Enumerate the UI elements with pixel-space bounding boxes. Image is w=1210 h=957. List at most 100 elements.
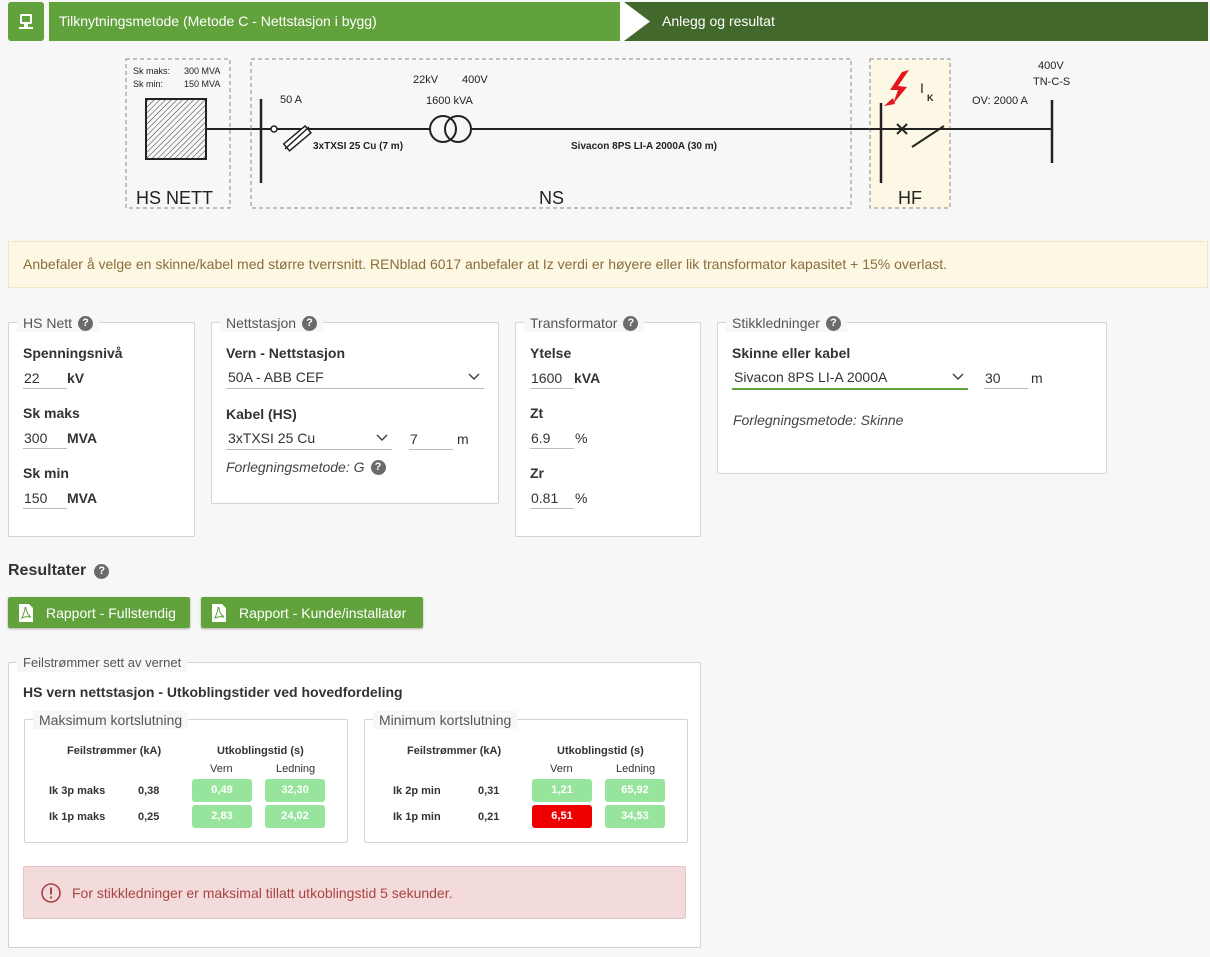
skmaks-unit: MVA [67,430,98,446]
fuse-rating: 50 A [280,94,303,106]
hs-skmaks-label: Sk maks: [133,66,170,76]
forlegning-g: Forlegningsmetode: G ? [226,459,386,475]
max-kortslutning-panel: Maksimum kortslutning Feilstrømmer (kA) … [24,711,348,843]
row-label: Ik 1p min [393,811,441,823]
ledning-time-cell: 34,53 [605,805,665,828]
kabel-length-input[interactable]: 7 [409,429,453,450]
min-kortslutning-panel: Minimum kortslutning Feilstrømmer (kA) U… [364,711,688,843]
row-label: Ik 2p min [393,785,441,797]
row-label: Ik 1p maks [49,811,106,823]
vern-label: Vern - Nettstasjon [226,345,346,361]
ledning-time-cell: 65,92 [605,779,665,802]
vern-time-cell: 1,21 [532,779,592,802]
home-button[interactable] [8,2,44,41]
skmin-label: Sk min [23,465,69,481]
zt-label: Zt [530,405,544,421]
skinne-select[interactable]: Sivacon 8PS LI-A 2000A [732,366,968,390]
forlegning-skinne: Forlegningsmetode: Skinne [733,412,904,428]
nettstasjon-panel: Nettstasjon ? Vern - Nettstasjon 50A - A… [211,314,499,504]
spenning-input[interactable]: 22 [23,368,67,389]
max-legend-text: Maksimum kortslutning [39,712,183,728]
transformer-rating: 1600 kVA [426,95,474,107]
spenning-label: Spenningsnivå [23,345,123,361]
vern-value: 50A - ABB CEF [228,369,324,385]
question-circle-icon[interactable]: ? [94,563,110,579]
pdf-icon [212,603,226,622]
wizard-step-anlegg[interactable]: Anlegg og resultat [624,2,1208,41]
cable-hs-label: 3xTXSI 25 Cu (7 m) [313,141,403,152]
skinne-label: Skinne eller kabel [732,345,851,361]
right-voltage: 400V [1038,60,1064,72]
hf-label: HF [898,188,922,208]
vern-time-cell: 2,83 [192,805,252,828]
kabel-length-unit: m [457,431,469,447]
hs-skmaks-value: 300 MVA [184,66,220,76]
stikkledninger-title: Stikkledninger [732,315,820,331]
fault-legend: Feilstrømmer sett av vernet [17,654,188,672]
transformer-symbol [429,115,472,143]
skinne-length-input[interactable]: 30 [984,368,1028,389]
question-circle-icon[interactable]: ? [825,315,841,331]
results-title: Resultater [8,562,87,579]
stikkledninger-panel: Stikkledninger ? Skinne eller kabel Siva… [717,314,1107,474]
ledning-time-cell: 32,30 [265,779,325,802]
chevron-down-icon [468,373,480,381]
results-heading: Resultater ? [8,562,110,580]
ik-letter: I [920,80,924,96]
col-utkobling: Utkoblingstid (s) [217,745,304,757]
report-kunde-button[interactable]: Rapport - Kunde/installatør [201,597,423,628]
voltage-secondary: 400V [462,74,488,86]
zt-input[interactable]: 6.9 [530,428,574,449]
forlegning-g-text: Forlegningsmetode: G [226,459,365,475]
question-circle-icon[interactable]: ? [302,315,318,331]
kabel-select[interactable]: 3xTXSI 25 Cu [226,427,392,450]
chevron-down-icon [376,434,388,442]
ytelse-input[interactable]: 1600 [530,368,574,389]
col-ledning: Ledning [616,763,656,775]
right-system: TN-C-S [1033,76,1070,88]
error-alert: For stikkledninger er maksimal tillatt u… [23,866,686,919]
warning-banner: Anbefaler å velge en skinne/kabel med st… [8,241,1208,288]
chevron-down-icon [952,373,964,381]
grid-source-symbol [145,98,207,160]
vern-select[interactable]: 50A - ABB CEF [226,366,484,389]
report-full-label: Rapport - Fullstendig [46,604,176,621]
skmaks-input[interactable]: 300 [23,428,67,449]
col-vern: Vern [210,763,233,775]
col-vern: Vern [550,763,573,775]
kabel-value: 3xTXSI 25 Cu [228,430,316,446]
report-kunde-label: Rapport - Kunde/installatør [239,604,407,621]
row-label: Ik 3p maks [49,785,106,797]
question-circle-icon[interactable]: ? [623,315,639,331]
monitor-icon [19,13,33,29]
vern-time-cell: 0,49 [192,779,252,802]
skmin-input[interactable]: 150 [23,488,67,509]
row-ka: 0,38 [138,785,160,797]
question-circle-icon[interactable]: ? [370,459,386,475]
fault-heading: HS vern nettstasjon - Utkoblingstider ve… [23,684,403,700]
col-feil: Feilstrømmer (kA) [407,745,502,757]
transformator-legend: Transformator ? [524,314,645,332]
col-utkobling: Utkoblingstid (s) [557,745,644,757]
nettstasjon-legend: Nettstasjon ? [220,314,324,332]
exclamation-circle-icon [41,882,61,903]
question-circle-icon[interactable]: ? [78,315,94,331]
report-full-button[interactable]: Rapport - Fullstendig [8,597,190,628]
wizard-step-tilknytningsmetode[interactable]: Tilknytningsmetode (Metode C - Nettstasj… [49,2,653,41]
hs-nett-legend: HS Nett ? [17,314,100,332]
col-ledning: Ledning [276,763,316,775]
error-text: For stikkledninger er maksimal tillatt u… [72,884,453,901]
row-ka: 0,31 [478,785,500,797]
row-ka: 0,25 [138,811,160,823]
transformator-panel: Transformator ? Ytelse 1600 kVA Zt 6.9 %… [515,314,701,537]
fault-legend-text: Feilstrømmer sett av vernet [23,655,182,670]
single-line-diagram: Sk maks: 300 MVA Sk min: 150 MVA HS NETT… [125,58,1070,209]
voltage-primary: 22kV [413,74,439,86]
ytelse-unit: kVA [574,370,601,386]
zr-input[interactable]: 0.81 [530,488,574,509]
kabel-label: Kabel (HS) [226,406,297,422]
stikkledninger-legend: Stikkledninger ? [726,314,847,332]
max-legend: Maksimum kortslutning [33,711,189,729]
ledning-time-cell: 24,02 [265,805,325,828]
ns-label: NS [539,188,564,208]
